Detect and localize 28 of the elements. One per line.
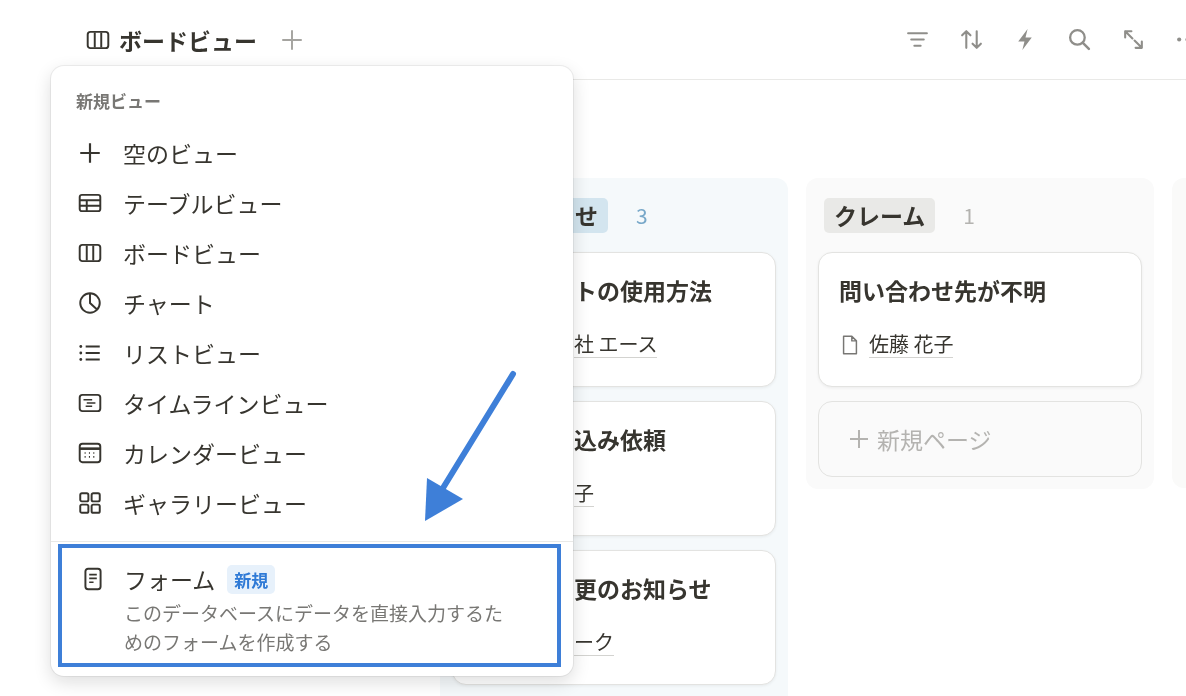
board-card[interactable]: 問い合わせ先が不明 佐藤 花子 [818,252,1142,387]
group-label: せ [573,197,608,233]
chart-icon [77,290,103,316]
group-count: 1 [963,200,975,230]
calendar-icon [77,440,103,466]
plus-icon [847,427,871,451]
group-count: 3 [636,200,648,230]
relation-link[interactable]: 社 エース [574,331,658,358]
group-label: クレーム [824,197,936,233]
search-icon[interactable] [1067,27,1092,52]
form-menu-item[interactable]: フォーム 新規 このデータベースにデータを直接入力するためのフォームを作成する [58,544,561,667]
empty-icon [77,140,103,166]
sort-icon[interactable] [959,27,984,52]
new-badge: 新規 [227,564,276,594]
menu-heading: 新規ビュー [75,87,162,115]
menu-item[interactable]: テーブルビュー [51,178,573,228]
card-title: 更のお知らせ [574,571,713,605]
relation-link[interactable]: 佐藤 花子 [869,331,954,358]
view-tab[interactable]: ボードビュー [85,18,257,61]
gallery-icon [77,490,103,516]
relation-link[interactable]: 子 [574,480,594,507]
relation-link[interactable]: ーク [574,629,614,656]
card-title: トの使用方法 [574,273,713,307]
menu-item[interactable]: 空のビュー [51,128,573,178]
card-title: 込み依頼 [574,422,667,456]
card-title: 問い合わせ先が不明 [839,273,1047,307]
expand-icon[interactable] [1121,27,1146,52]
form-label: フォーム [124,564,216,594]
